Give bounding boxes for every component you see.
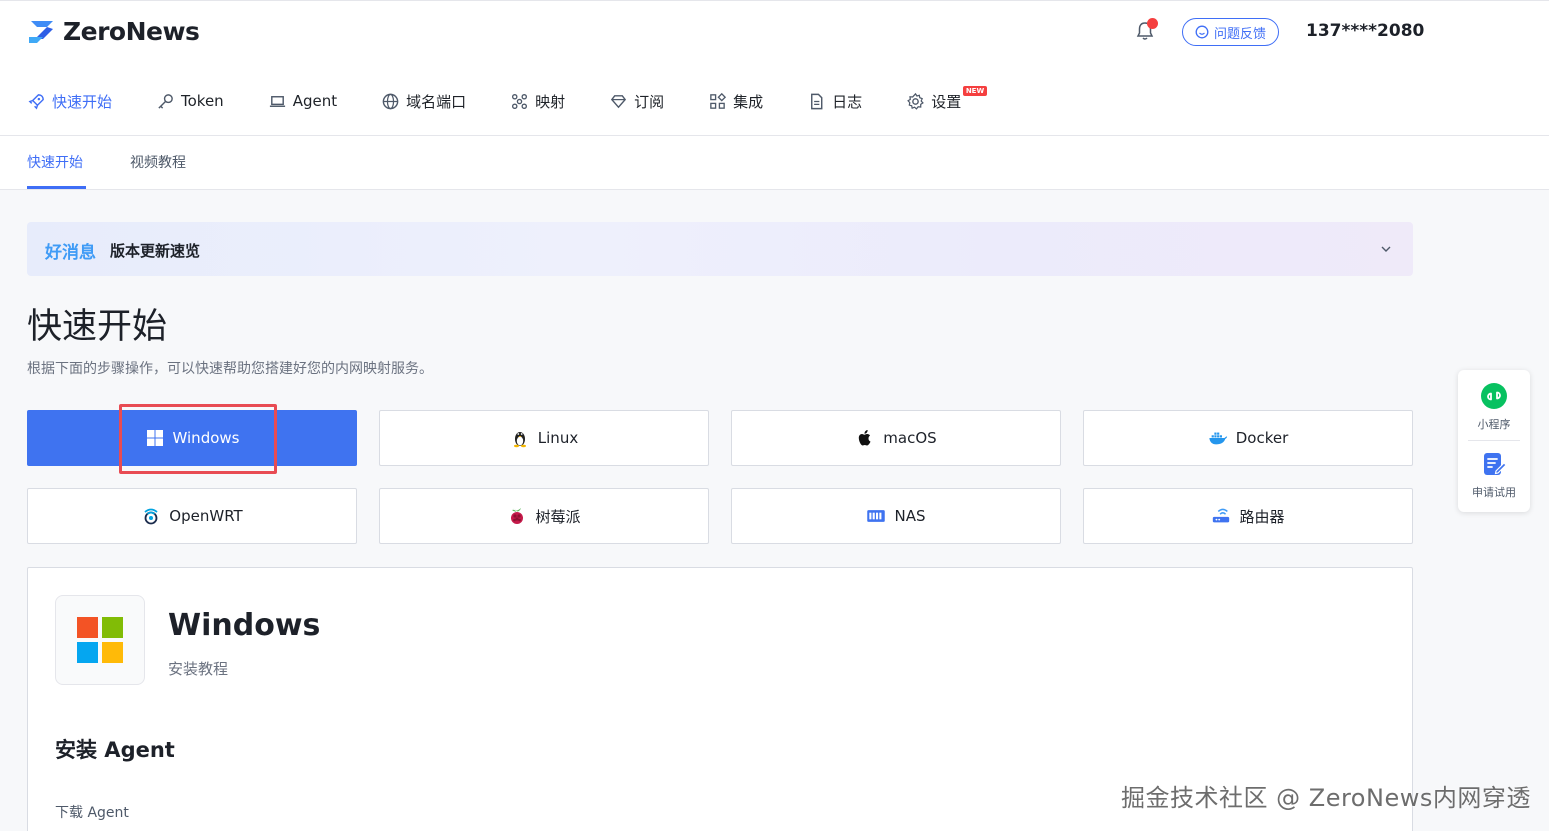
nav-item-settings[interactable]: 设置 NEW xyxy=(906,85,988,112)
main-nav: 快速开始 Token Agent 域名端口 映射 订阅 集成 日志 设置 NEW xyxy=(27,85,1005,115)
router-icon xyxy=(1213,508,1230,523)
watermark: 掘金技术社区 @ ZeroNews内网穿透 xyxy=(1121,784,1531,812)
platform-label: Windows xyxy=(172,429,240,447)
nav-item-domain-port[interactable]: 域名端口 xyxy=(381,91,466,112)
nav-item-token[interactable]: Token xyxy=(156,92,224,111)
smile-icon xyxy=(1195,25,1209,39)
platform-label: macOS xyxy=(883,429,937,447)
nav-item-quickstart[interactable]: 快速开始 xyxy=(27,91,112,112)
sub-tabs: 快速开始 视频教程 xyxy=(0,136,1549,190)
header: ZeroNews 问题反馈 137****2080 快速开始 Token Age… xyxy=(0,0,1549,136)
windows-icon xyxy=(146,430,163,446)
apple-icon xyxy=(859,430,871,446)
platform-windows-button[interactable]: Windows xyxy=(27,410,357,466)
diamond-icon xyxy=(611,94,627,108)
nav-item-logs[interactable]: 日志 xyxy=(807,91,862,112)
tab-quickstart[interactable]: 快速开始 xyxy=(27,152,83,172)
notification-bell[interactable] xyxy=(1134,18,1158,42)
section-subtitle: 下载 Agent xyxy=(55,805,129,821)
side-item-miniprogram[interactable]: 小程序 xyxy=(1458,382,1530,432)
nav-item-subscription[interactable]: 订阅 xyxy=(609,91,664,112)
rocket-icon xyxy=(28,93,44,109)
side-item-apply-trial[interactable]: 申请试用 xyxy=(1458,450,1530,500)
platform-label: NAS xyxy=(894,507,926,525)
nav-item-integration[interactable]: 集成 xyxy=(708,91,763,112)
tab-video-tutorial[interactable]: 视频教程 xyxy=(130,152,186,172)
platform-openwrt-button[interactable]: OpenWRT xyxy=(27,488,357,544)
nav-item-mapping[interactable]: 映射 xyxy=(510,91,565,112)
nav-label: 域名端口 xyxy=(406,92,467,111)
nav-label: 集成 xyxy=(733,92,764,111)
linux-icon xyxy=(513,432,526,448)
side-item-label: 申请试用 xyxy=(1472,486,1516,499)
card-title: Windows xyxy=(168,608,321,643)
windows-logo-tile xyxy=(55,595,145,685)
document-icon xyxy=(811,93,823,109)
laptop-icon xyxy=(269,95,285,107)
banner-text: 版本更新速览 xyxy=(110,242,201,260)
apply-trial-icon xyxy=(1484,453,1507,475)
platform-label: Linux xyxy=(537,429,579,447)
nav-label: Agent xyxy=(292,92,338,110)
user-account[interactable]: 137****2080 xyxy=(1306,21,1424,41)
platform-label: Docker xyxy=(1235,429,1289,447)
mapping-icon xyxy=(512,93,528,109)
card-subtitle: 安装教程 xyxy=(168,660,229,678)
zeronews-logo-icon xyxy=(29,20,53,43)
globe-icon xyxy=(382,93,399,109)
platform-label: 路由器 xyxy=(1239,507,1285,526)
platform-linux-button[interactable]: Linux xyxy=(379,410,709,466)
logo[interactable]: ZeroNews xyxy=(27,17,200,46)
platform-label: 树莓派 xyxy=(535,507,581,526)
platform-nas-button[interactable]: NAS xyxy=(731,488,1061,544)
chevron-down-icon[interactable] xyxy=(1379,242,1393,256)
raspberry-icon xyxy=(511,508,524,524)
active-tab-indicator xyxy=(27,186,86,189)
miniprogram-icon xyxy=(1481,383,1507,409)
windows-logo-icon xyxy=(77,617,123,663)
feedback-button[interactable]: 问题反馈 xyxy=(1182,18,1279,46)
nav-label: 日志 xyxy=(832,92,863,111)
key-icon xyxy=(158,93,173,109)
nav-label: 订阅 xyxy=(634,92,665,111)
platform-router-button[interactable]: 路由器 xyxy=(1083,488,1413,544)
platform-docker-button[interactable]: Docker xyxy=(1083,410,1413,466)
nav-item-agent[interactable]: Agent xyxy=(268,92,337,111)
nav-label: 快速开始 xyxy=(52,92,113,111)
news-banner[interactable]: 好消息 版本更新速览 xyxy=(27,222,1413,276)
docker-icon xyxy=(1209,432,1227,445)
floating-side-panel: 小程序 申请试用 xyxy=(1458,370,1530,512)
new-badge: NEW xyxy=(962,85,988,96)
brand-name: ZeroNews xyxy=(63,17,200,46)
page-title: 快速开始 xyxy=(27,307,168,347)
platform-raspberry-button[interactable]: 树莓派 xyxy=(379,488,709,544)
divider xyxy=(1468,440,1520,441)
side-item-label: 小程序 xyxy=(1477,418,1511,431)
nav-label: Token xyxy=(181,92,224,110)
banner-highlight: 好消息 xyxy=(45,243,96,263)
apps-icon xyxy=(710,92,727,109)
openwrt-icon xyxy=(144,508,158,525)
platform-label: OpenWRT xyxy=(169,507,243,525)
section-title: 安装 Agent xyxy=(55,738,175,762)
page-description: 根据下面的步骤操作，可以快速帮助您搭建好您的内网映射服务。 xyxy=(27,361,433,377)
platform-macos-button[interactable]: macOS xyxy=(731,410,1061,466)
notification-dot xyxy=(1147,18,1158,29)
gear-icon xyxy=(907,92,925,110)
feedback-label: 问题反馈 xyxy=(1213,26,1266,42)
nav-label: 映射 xyxy=(535,92,566,111)
nav-label: 设置 xyxy=(931,92,962,111)
nas-icon xyxy=(867,510,886,522)
